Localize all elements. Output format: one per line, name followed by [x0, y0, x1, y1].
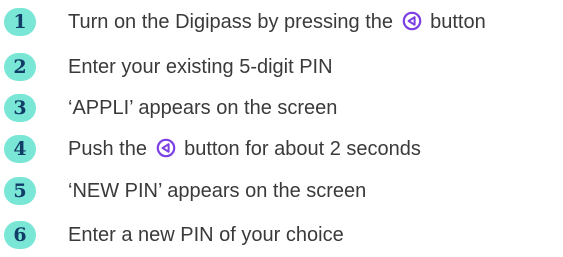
step-text-before: Turn on the Digipass by pressing the: [68, 11, 399, 33]
step-5: 5 ‘NEW PIN’ appears on the screen: [0, 172, 563, 208]
step-text-after: button for about 2 seconds: [178, 138, 421, 160]
step-text-after: button: [424, 11, 486, 33]
step-number-badge: 6: [4, 221, 36, 249]
step-text: ‘APPLI’ appears on the screen: [68, 97, 338, 119]
step-2: 2 Enter your existing 5-digit PIN: [0, 48, 563, 84]
step-number-badge: 2: [4, 53, 36, 81]
back-triangle-circle-icon: [156, 138, 176, 158]
step-number-badge: 4: [4, 135, 36, 163]
step-number-badge: 1: [4, 8, 36, 36]
step-text: Enter your existing 5-digit PIN: [68, 56, 333, 78]
step-text: Push the button for about 2 seconds: [68, 136, 421, 162]
step-3: 3 ‘APPLI’ appears on the screen: [0, 89, 563, 125]
back-triangle-circle-icon: [402, 11, 422, 31]
step-number-badge: 5: [4, 177, 36, 205]
step-text: Enter a new PIN of your choice: [68, 224, 344, 246]
step-4: 4 Push the button for about 2 seconds: [0, 130, 563, 166]
step-text: Turn on the Digipass by pressing the but…: [68, 9, 486, 35]
step-6: 6 Enter a new PIN of your choice: [0, 216, 563, 252]
step-text-before: Push the: [68, 138, 153, 160]
step-1: 1 Turn on the Digipass by pressing the b…: [0, 3, 563, 39]
step-number-badge: 3: [4, 94, 36, 122]
step-text: ‘NEW PIN’ appears on the screen: [68, 180, 367, 202]
